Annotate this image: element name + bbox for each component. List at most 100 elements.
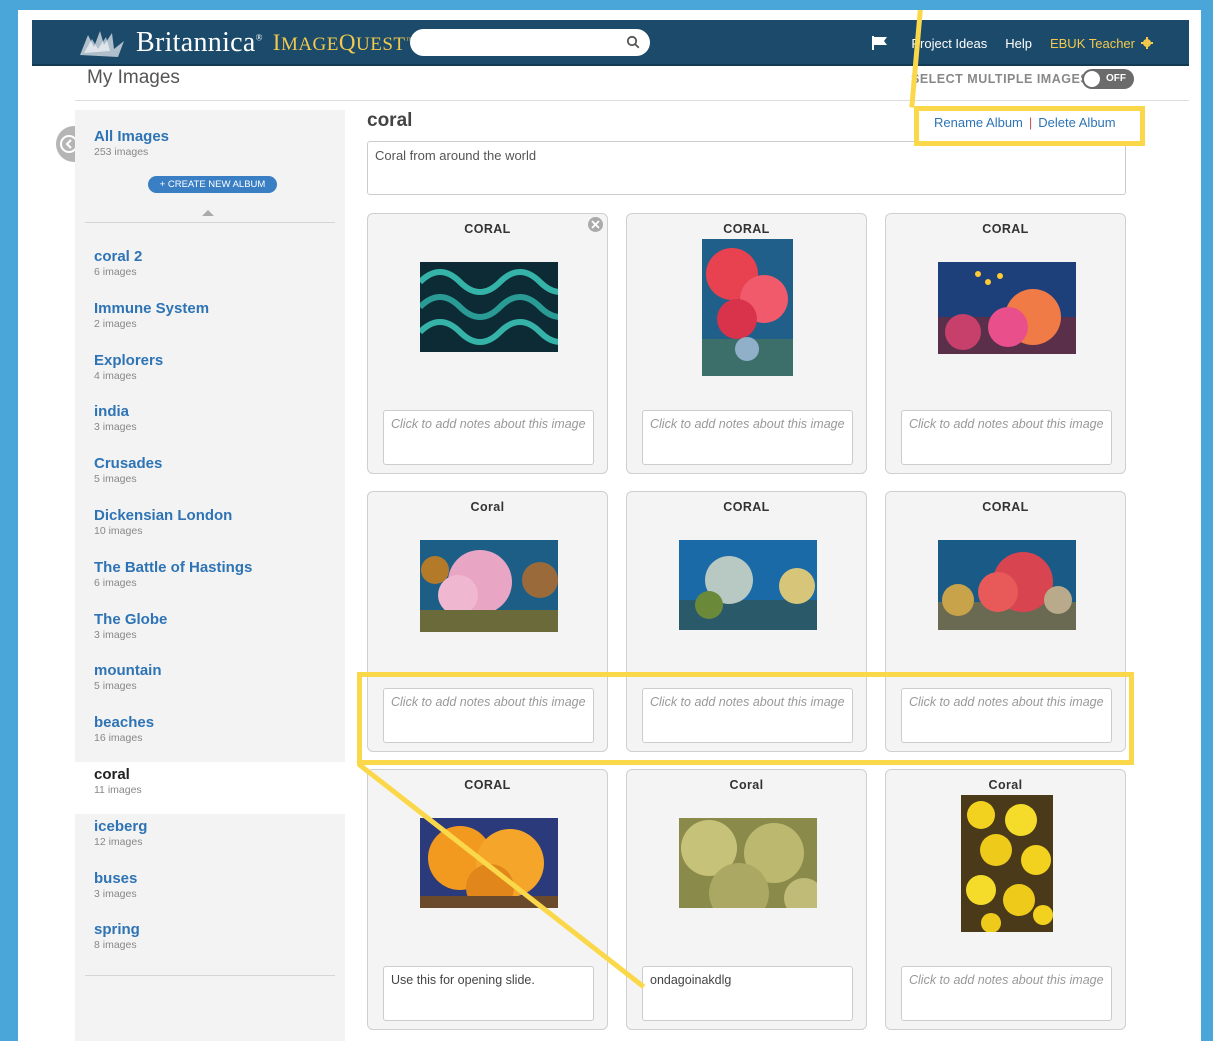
image-notes-field[interactable]: Click to add notes about this image (642, 410, 853, 465)
album-count: 3 images (94, 887, 137, 900)
header-divider (75, 100, 1189, 101)
highlight-notes-row (357, 672, 1134, 765)
album-name: mountain (94, 662, 162, 680)
help-link[interactable]: Help (1005, 36, 1032, 51)
sidebar-item-album[interactable]: coral 26 images (75, 244, 345, 296)
sidebar-item-all-images[interactable]: All Images 253 images (94, 128, 169, 159)
album-count: 5 images (94, 473, 137, 486)
project-ideas-link[interactable]: Project Ideas (911, 36, 987, 51)
coral-image-thumbnail[interactable] (702, 239, 793, 376)
album-count: 3 images (94, 421, 137, 434)
album-count: 5 images (94, 680, 137, 693)
image-card[interactable]: Coral ondagoinakdlg (626, 769, 867, 1030)
browser-frame: Britannica® IMAGEQUEST™ Project Ideas He… (18, 10, 1201, 1041)
select-multiple-label: SELECT MULTIPLE IMAGES (911, 72, 1090, 86)
create-new-album-button[interactable]: + CREATE NEW ALBUM (148, 176, 277, 193)
album-name: The Battle of Hastings (94, 558, 253, 576)
coral-image-thumbnail[interactable] (679, 818, 817, 908)
sidebar-item-album[interactable]: The Battle of Hastings 6 images (75, 555, 345, 607)
image-card[interactable]: CORAL Click to add notes about this image (367, 213, 608, 474)
image-notes-field[interactable]: Use this for opening slide. (383, 966, 594, 1021)
image-card[interactable]: Coral Click to add notes about this image (885, 769, 1126, 1030)
sidebar-item-album[interactable]: Dickensian London 10 images (75, 503, 345, 555)
coral-image-thumbnail[interactable] (961, 795, 1053, 932)
album-count: 4 images (94, 369, 137, 382)
album-title: coral (367, 110, 413, 131)
sidebar-item-album[interactable]: Explorers 4 images (75, 348, 345, 400)
top-bar: Britannica® IMAGEQUEST™ Project Ideas He… (32, 20, 1189, 66)
album-name: beaches (94, 714, 155, 732)
sidebar-divider (85, 222, 335, 223)
image-card-title: CORAL (464, 222, 511, 236)
album-name: Immune System (94, 299, 210, 317)
album-name: Crusades (94, 455, 163, 473)
album-count: 16 images (94, 732, 143, 745)
album-name: iceberg (94, 817, 148, 835)
sidebar-item-album[interactable]: iceberg 12 images (75, 814, 345, 866)
image-notes-field[interactable]: Click to add notes about this image (383, 410, 594, 465)
sidebar-item-album[interactable]: spring 8 images (75, 917, 345, 969)
sidebar-item-album[interactable]: india 3 images (75, 399, 345, 451)
toggle-state: OFF (1106, 73, 1126, 84)
user-menu[interactable]: EBUK Teacher (1050, 36, 1135, 51)
sidebar-item-album[interactable]: mountain 5 images (75, 658, 345, 710)
image-card-title: CORAL (723, 500, 770, 514)
image-card-title: Coral (729, 778, 764, 792)
coral-image-thumbnail[interactable] (420, 540, 558, 632)
sidebar-item-album[interactable]: beaches 16 images (75, 710, 345, 762)
album-count: 12 images (94, 835, 143, 848)
image-notes-field[interactable]: ondagoinakdlg (642, 966, 853, 1021)
image-card-title: Coral (988, 778, 1023, 792)
image-card-title: CORAL (464, 778, 511, 792)
caret-up-icon[interactable] (202, 210, 214, 216)
image-card-title: CORAL (982, 222, 1029, 236)
sidebar-divider (85, 975, 335, 976)
album-name: coral 2 (94, 248, 143, 265)
album-count: 6 images (94, 576, 137, 589)
coral-image-thumbnail[interactable] (679, 540, 817, 630)
britannica-logo[interactable]: Britannica® IMAGEQUEST™ (74, 26, 414, 60)
select-multiple-toggle[interactable]: OFF (1082, 69, 1134, 89)
sidebar-item-album[interactable]: buses 3 images (75, 866, 345, 918)
album-count: 10 images (94, 524, 143, 537)
album-count: 8 images (94, 939, 137, 952)
image-card-title: Coral (470, 500, 505, 514)
album-name: coral (94, 765, 130, 783)
album-description-field[interactable]: Coral from around the world (367, 141, 1126, 195)
highlight-album-actions (914, 106, 1145, 146)
sidebar-item-album[interactable]: Crusades 5 images (75, 451, 345, 503)
image-card[interactable]: CORAL Click to add notes about this image (626, 213, 867, 474)
image-card[interactable]: CORAL Click to add notes about this image (885, 213, 1126, 474)
album-count: 6 images (94, 266, 137, 278)
image-card[interactable]: CORAL Use this for opening slide. (367, 769, 608, 1030)
image-notes-field[interactable]: Click to add notes about this image (901, 410, 1112, 465)
image-notes-field[interactable]: Click to add notes about this image (901, 966, 1112, 1021)
album-name: buses (94, 869, 138, 887)
sidebar-item-album[interactable]: Immune System 2 images (75, 296, 345, 348)
remove-image-button[interactable] (588, 217, 603, 232)
album-name: The Globe (94, 610, 168, 628)
coral-image-thumbnail[interactable] (938, 540, 1076, 630)
close-icon (591, 220, 600, 229)
album-name: india (94, 403, 130, 421)
image-card-title: CORAL (723, 222, 770, 236)
search-icon[interactable] (626, 35, 640, 49)
search-input[interactable] (410, 29, 650, 56)
album-sidebar: All Images 253 images + CREATE NEW ALBUM… (75, 110, 345, 1041)
sidebar-item-album[interactable]: coral 11 images (75, 761, 345, 814)
coral-image-thumbnail[interactable] (938, 262, 1076, 354)
coral-image-thumbnail[interactable] (420, 262, 558, 352)
flag-icon[interactable] (871, 35, 889, 51)
page-title: My Images (87, 67, 180, 88)
album-list: coral 26 images Immune System 2 images Expl… (75, 244, 345, 969)
album-count: 11 images (94, 783, 142, 796)
gear-icon[interactable] (1141, 37, 1153, 49)
album-count: 2 images (94, 317, 137, 330)
album-name: spring (94, 921, 140, 939)
toggle-knob (1084, 71, 1100, 87)
sidebar-item-album[interactable]: The Globe 3 images (75, 607, 345, 659)
album-name: All Images (94, 128, 170, 145)
album-name: Dickensian London (94, 506, 233, 524)
image-card-title: CORAL (982, 500, 1029, 514)
thistle-lion-logo-icon (80, 31, 124, 57)
